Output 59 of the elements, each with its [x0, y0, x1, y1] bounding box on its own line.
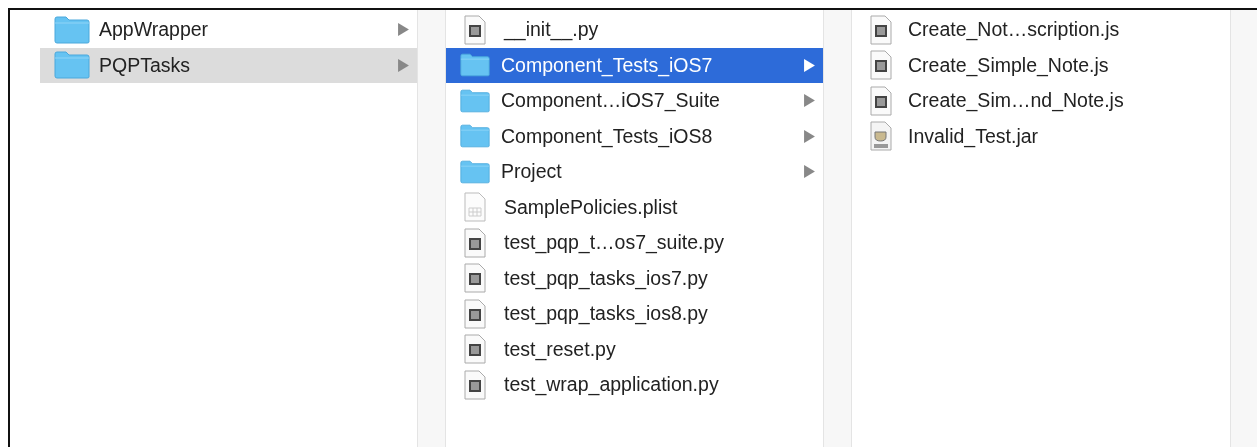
file-name: AppWrapper	[99, 18, 209, 42]
file-list-item[interactable]: __init__.py	[446, 12, 823, 48]
file-name: test_pqp_tasks_ios7.py	[504, 266, 708, 290]
folder-icon	[54, 51, 90, 80]
disclosure-arrow-icon	[804, 129, 815, 143]
file-list-item[interactable]: test_pqp_tasks_ios7.py	[446, 260, 823, 296]
disclosure-arrow-icon	[398, 23, 409, 37]
folder-icon	[460, 52, 490, 79]
file-list-item[interactable]: test_pqp_t…os7_suite.py	[446, 225, 823, 261]
file-name: Create_Sim…nd_Note.js	[908, 89, 1124, 113]
file-list-item[interactable]: test_pqp_tasks_ios8.py	[446, 296, 823, 332]
file-name: test_reset.py	[504, 337, 616, 361]
file-name: Component…iOS7_Suite	[501, 89, 720, 113]
file-list-item[interactable]: AppWrapper	[40, 12, 417, 48]
file-name: SamplePolicies.plist	[504, 195, 678, 219]
document-icon	[869, 50, 893, 81]
document-icon	[463, 298, 487, 329]
document-icon	[463, 369, 487, 400]
file-name: test_pqp_tasks_ios8.py	[504, 302, 708, 326]
document-icon	[463, 227, 487, 258]
disclosure-arrow-icon	[804, 58, 815, 72]
disclosure-arrow-icon	[804, 94, 815, 108]
column-resize-strip[interactable]	[1230, 10, 1257, 447]
file-list-item[interactable]: SamplePolicies.plist	[446, 189, 823, 225]
file-name: test_wrap_application.py	[504, 373, 719, 397]
folder-icon	[460, 87, 490, 114]
disclosure-arrow-icon	[804, 165, 815, 179]
file-list-item[interactable]: Project	[446, 154, 823, 190]
file-list-item[interactable]: Create_Not…scription.js	[852, 12, 1230, 48]
file-name: Create_Simple_Note.js	[908, 53, 1109, 77]
file-name: Component_Tests_iOS7	[501, 53, 713, 77]
document-icon	[463, 192, 487, 223]
document-icon	[463, 14, 487, 45]
file-list-item[interactable]: test_reset.py	[446, 331, 823, 367]
file-name: PQPTasks	[99, 53, 191, 77]
file-list-item[interactable]: Component…iOS7_Suite	[446, 83, 823, 119]
column-resize-strip[interactable]	[823, 10, 852, 447]
document-icon	[463, 263, 487, 294]
cup-document-icon	[869, 121, 893, 152]
document-icon	[463, 334, 487, 365]
file-list-item[interactable]: Create_Sim…nd_Note.js	[852, 83, 1230, 119]
file-name: Create_Not…scription.js	[908, 18, 1120, 42]
file-list-item[interactable]: test_wrap_application.py	[446, 367, 823, 403]
file-name: test_pqp_t…os7_suite.py	[504, 231, 725, 255]
document-icon	[869, 85, 893, 116]
file-list-item[interactable]: Component_Tests_iOS7	[446, 47, 823, 83]
folder-icon	[460, 123, 490, 150]
file-list-item[interactable]: Create_Simple_Note.js	[852, 47, 1230, 83]
file-list-item[interactable]: Component_Tests_iOS8	[446, 118, 823, 154]
folder-icon	[460, 158, 490, 185]
document-icon	[869, 14, 893, 45]
file-name: Component_Tests_iOS8	[501, 124, 713, 148]
file-list-item[interactable]: Invalid_Test.jar	[852, 118, 1230, 154]
folder-icon	[54, 15, 90, 44]
disclosure-arrow-icon	[398, 58, 409, 72]
file-name: Project	[501, 160, 562, 184]
column-resize-strip[interactable]	[417, 10, 446, 447]
file-name: __init__.py	[504, 18, 599, 42]
file-name: Invalid_Test.jar	[908, 124, 1039, 148]
